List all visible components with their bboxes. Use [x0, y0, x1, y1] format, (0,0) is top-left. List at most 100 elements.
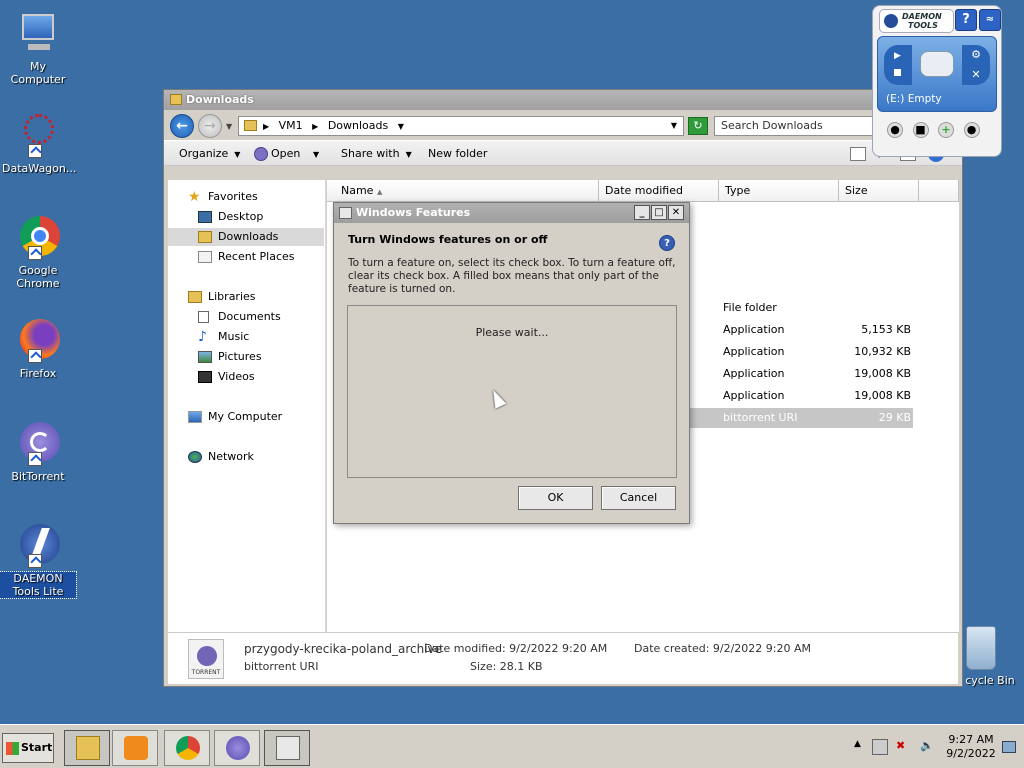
- nav-documents[interactable]: Documents: [168, 308, 324, 326]
- windows-features-dialog[interactable]: Windows Features _ □ ✕ Turn Windows feat…: [333, 202, 690, 524]
- taskbar-explorer[interactable]: [64, 730, 110, 766]
- desktop-icon-my-computer[interactable]: My Computer: [0, 10, 76, 86]
- organize-label: Organize: [179, 147, 229, 160]
- organize-button[interactable]: Organize ▼: [179, 146, 240, 163]
- table-row[interactable]: Application: [723, 342, 784, 362]
- image-catalog-icon[interactable]: ■: [912, 122, 929, 138]
- start-label: Start: [21, 741, 53, 754]
- daemon-tools-gadget[interactable]: DAEMON TOOLS ? ≈ ▶ ⚙ ✕ (E:) Empty ● ■ + ●: [872, 5, 1002, 157]
- desktop-icon-datawagon[interactable]: DataWagon...: [0, 112, 76, 175]
- nav-music[interactable]: ♪ Music: [168, 328, 324, 346]
- start-button[interactable]: Start: [2, 733, 54, 763]
- column-header-date[interactable]: Date modified: [599, 180, 719, 202]
- table-row[interactable]: Application: [723, 364, 784, 384]
- dialog-title-bar[interactable]: Windows Features _ □ ✕: [334, 203, 689, 223]
- torrent-icon-text: TORRENT: [191, 669, 221, 676]
- desktop-icon-firefox[interactable]: Firefox: [0, 317, 76, 380]
- address-dropdown-icon[interactable]: ▼: [671, 117, 677, 135]
- nav-recent-places[interactable]: Recent Places: [168, 248, 324, 266]
- refresh-icon[interactable]: ↻: [688, 117, 708, 135]
- table-row[interactable]: Application: [723, 386, 784, 406]
- mount-play-icon[interactable]: ▶: [884, 45, 912, 85]
- search-input[interactable]: Search Downloads: [714, 116, 874, 136]
- breadcrumb-chevron-icon[interactable]: ▶: [263, 122, 269, 131]
- table-row[interactable]: File folder: [723, 298, 777, 318]
- cancel-button[interactable]: Cancel: [601, 486, 676, 510]
- column-header-size[interactable]: Size: [839, 180, 919, 202]
- taskbar-chrome[interactable]: [164, 730, 210, 766]
- action-center-icon[interactable]: ✖: [896, 739, 912, 755]
- recent-pages-dropdown[interactable]: ▼: [226, 122, 232, 131]
- features-list[interactable]: Please wait...: [347, 305, 677, 478]
- daemon-tools-icon: [14, 522, 62, 570]
- clock[interactable]: 9:27 AM 9/2/2022: [944, 733, 998, 761]
- share-with-button[interactable]: Share with ▼: [341, 146, 412, 163]
- share-label: Share with: [341, 147, 400, 160]
- new-folder-button[interactable]: New folder: [428, 146, 487, 162]
- nav-favorites[interactable]: ★ Favorites: [168, 188, 324, 206]
- my-computer-icon: [14, 10, 62, 58]
- remove-drive-icon[interactable]: ●: [963, 122, 980, 138]
- minimize-button[interactable]: _: [634, 205, 650, 220]
- desktop-icon-daemon-tools[interactable]: DAEMON Tools Lite: [0, 522, 77, 599]
- taskbar-bittorrent[interactable]: [214, 730, 260, 766]
- explorer-title-bar[interactable]: Downloads: [164, 90, 962, 110]
- nav-desktop[interactable]: Desktop: [168, 208, 324, 226]
- row-size: 19,008 KB: [854, 389, 911, 402]
- videos-icon: [198, 371, 212, 383]
- breadcrumb-vm1[interactable]: VM1: [279, 119, 303, 132]
- nav-label: Documents: [218, 310, 281, 323]
- volume-icon[interactable]: 🔈: [920, 739, 936, 755]
- rss-icon[interactable]: ≈: [979, 9, 1001, 31]
- nav-pictures[interactable]: Pictures: [168, 348, 324, 366]
- firefox-icon: [14, 317, 62, 365]
- drive-label: (E:) Empty: [886, 93, 942, 105]
- desktop-icon-label: Google Chrome: [16, 264, 60, 290]
- breadcrumb-chevron-icon[interactable]: ▶: [312, 122, 318, 131]
- ok-button[interactable]: OK: [518, 486, 593, 510]
- breadcrumb-downloads[interactable]: Downloads: [328, 119, 388, 132]
- libraries-icon: [188, 291, 202, 303]
- virtual-drive-panel[interactable]: ▶ ⚙ ✕ (E:) Empty: [877, 36, 997, 112]
- open-button[interactable]: Open: [254, 146, 300, 162]
- address-bar[interactable]: ▶ VM1 ▶ Downloads ▼ ▼: [238, 116, 684, 136]
- forward-button[interactable]: →: [198, 114, 222, 138]
- network-tray-icon[interactable]: [872, 739, 888, 755]
- nav-my-computer[interactable]: My Computer: [168, 408, 324, 426]
- add-drive-icon[interactable]: +: [938, 122, 954, 138]
- row-size: 29 KB: [878, 411, 911, 424]
- desktop-icon-bittorrent[interactable]: BitTorrent: [0, 420, 76, 483]
- taskbar-media-player[interactable]: [112, 730, 158, 766]
- show-desktop-icon[interactable]: [1002, 741, 1016, 753]
- back-button[interactable]: ←: [170, 114, 194, 138]
- desktop-icon-label: BitTorrent: [11, 470, 65, 483]
- desktop-icon-google-chrome[interactable]: Google Chrome: [0, 214, 76, 290]
- open-with-dropdown[interactable]: ▼: [313, 146, 319, 163]
- drive-settings-icon[interactable]: ⚙ ✕: [962, 45, 990, 85]
- table-row[interactable]: bittorrent URI: [723, 408, 798, 428]
- chevron-down-icon: ▼: [234, 150, 241, 159]
- nav-videos[interactable]: Videos: [168, 368, 324, 386]
- show-hidden-icons-icon[interactable]: ▲: [854, 739, 870, 755]
- music-icon: ♪: [198, 329, 207, 345]
- close-button[interactable]: ✕: [668, 205, 684, 220]
- taskbar-windows-features[interactable]: [264, 730, 310, 766]
- nav-network[interactable]: Network: [168, 448, 324, 466]
- breadcrumb-chevron-icon[interactable]: ▼: [398, 122, 404, 131]
- column-header-extra[interactable]: [919, 180, 959, 202]
- nav-downloads[interactable]: Downloads: [168, 228, 324, 246]
- column-header-name[interactable]: Name ▲: [327, 180, 599, 202]
- table-row[interactable]: Application: [723, 320, 784, 340]
- help-icon[interactable]: ?: [955, 9, 977, 31]
- view-options-icon[interactable]: [850, 147, 866, 161]
- nav-libraries[interactable]: Libraries: [168, 288, 324, 306]
- desktop-icon-label: Firefox: [19, 367, 57, 380]
- nav-label: Recent Places: [218, 250, 295, 263]
- media-player-icon: [124, 736, 148, 760]
- maximize-button[interactable]: □: [651, 205, 667, 220]
- lock-icon[interactable]: ●: [887, 122, 903, 138]
- desktop-icon-recycle-bin[interactable]: cycle Bin: [956, 626, 1024, 687]
- column-header-type[interactable]: Type: [719, 180, 839, 202]
- help-icon[interactable]: ?: [659, 235, 675, 251]
- nav-label: Pictures: [218, 350, 262, 363]
